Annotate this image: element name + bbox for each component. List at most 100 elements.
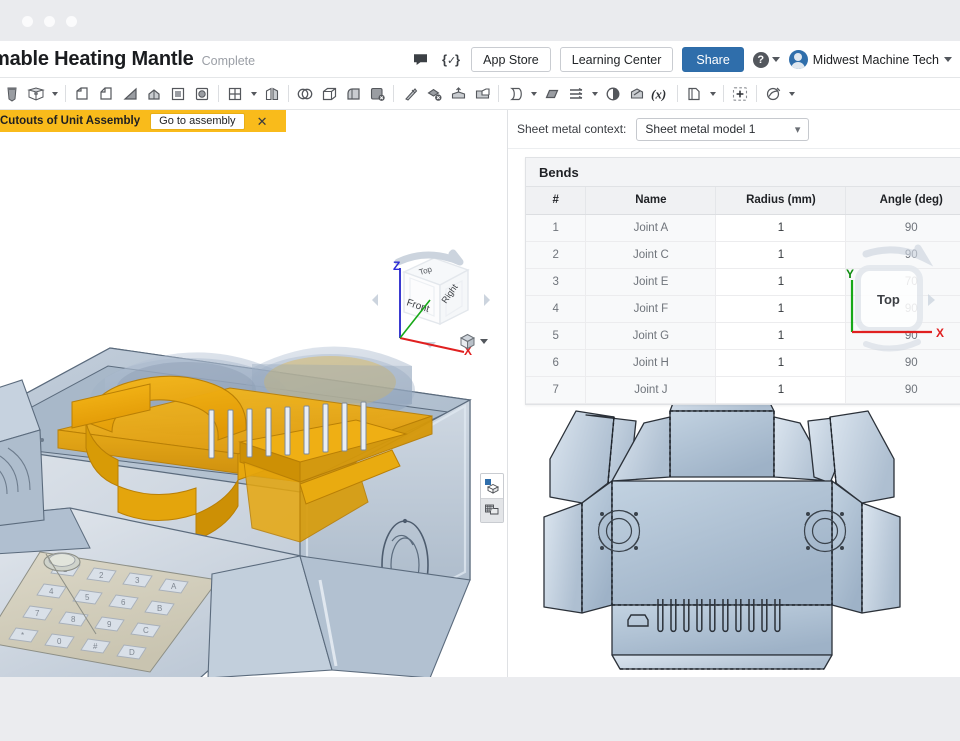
cell-name: Joint E [586,268,716,295]
app-store-button[interactable]: App Store [471,47,551,72]
cell-name: Joint G [586,322,716,349]
transform-dropdown[interactable] [588,81,601,107]
insert-dropdown[interactable] [706,81,719,107]
remove-draft-icon[interactable] [422,81,446,107]
cell-index: 4 [526,295,586,322]
table-row[interactable]: 6Joint H190 [526,349,960,376]
render-icon[interactable] [761,81,785,107]
workspace-split: 123A 456B 789C *0#D [0,110,960,677]
sheet-metal-bend-icon[interactable] [470,81,494,107]
hole-icon[interactable] [190,81,214,107]
svg-text:C: C [143,626,149,635]
close-icon[interactable]: ✕ [257,115,268,128]
cell-radius: 1 [716,295,846,322]
cell-index: 7 [526,376,586,403]
loft-icon[interactable] [142,81,166,107]
cell-index: 6 [526,349,586,376]
assembly-banner-text: Cutouts of Unit Assembly [0,115,140,127]
cell-index: 2 [526,241,586,268]
toolbar-separator [393,85,394,102]
cell-radius: 1 [716,268,846,295]
sheet-metal-flange-icon[interactable] [446,81,470,107]
share-button[interactable]: Share [682,47,743,72]
toolbar-separator [498,85,499,102]
cell-angle: 90 [846,322,960,349]
chevron-down-icon: ▾ [795,123,801,136]
svg-text:A: A [171,582,177,591]
table-row[interactable]: 5Joint G190 [526,322,960,349]
column-header-index[interactable]: # [526,187,586,214]
insert-part-icon[interactable] [682,81,706,107]
delete-face-icon[interactable] [365,81,389,107]
surface-icon[interactable] [540,81,564,107]
column-header-angle[interactable]: Angle (deg) [846,187,960,214]
learning-center-button[interactable]: Learning Center [560,47,674,72]
flat-pattern-graphic [508,385,960,677]
table-row[interactable]: 1Joint A190 [526,214,960,241]
extrude-icon[interactable] [70,81,94,107]
table-row[interactable]: 2Joint C190 [526,241,960,268]
help-menu[interactable]: ? [753,52,780,68]
flat-pattern-view-button[interactable] [481,498,503,522]
variable-icon[interactable]: (x) [649,81,673,107]
cell-name: Joint F [586,295,716,322]
cell-name: Joint A [586,214,716,241]
sketch-icon[interactable] [0,81,24,107]
measure-icon[interactable] [625,81,649,107]
revolve-icon[interactable] [94,81,118,107]
toolbar-separator [677,85,678,102]
help-icon: ? [753,52,769,68]
cell-radius: 1 [716,376,846,403]
3d-model-view-button[interactable] [481,474,503,498]
header-actions: { ✓ } App Store Learning Center Share ? … [409,41,954,78]
document-title-group: mable Heating Mantle Complete [0,48,255,71]
table-header-row: # Name Radius (mm) Angle (deg) [526,187,960,214]
toolbar-separator [756,85,757,102]
account-name: Midwest Machine Tech [813,53,939,67]
bends-table: # Name Radius (mm) Angle (deg) 1Joint A1… [526,187,960,404]
transform-icon[interactable] [564,81,588,107]
go-to-assembly-button[interactable]: Go to assembly [150,113,244,130]
window-close-button[interactable] [22,16,33,27]
cell-angle: 90 [846,214,960,241]
section-view-icon[interactable] [601,81,625,107]
sheet-metal-panel: Sheet metal context: Sheet metal model 1… [508,110,960,677]
table-row[interactable]: 3Joint E170 [526,268,960,295]
sweep-icon[interactable] [118,81,142,107]
window-minimize-button[interactable] [44,16,55,27]
plane-dropdown[interactable] [48,81,61,107]
curve-icon[interactable] [503,81,527,107]
plane-icon[interactable] [24,81,48,107]
mirror-icon[interactable] [260,81,284,107]
table-row[interactable]: 4Joint F190 [526,295,960,322]
versions-icon[interactable]: { ✓ } [440,49,462,71]
bends-panel: Bends # Name Radius (mm) Angle (deg) 1Jo… [525,157,960,405]
draft-icon[interactable] [398,81,422,107]
sheet-metal-model-select[interactable]: Sheet metal model 1 ▾ [636,118,809,141]
thicken-icon[interactable] [166,81,190,107]
sheet-metal-context-label: Sheet metal context: [517,122,626,136]
window-maximize-button[interactable] [66,16,77,27]
render-dropdown[interactable] [785,81,798,107]
comment-icon[interactable] [409,49,431,71]
boolean-icon[interactable] [293,81,317,107]
table-row[interactable]: 7Joint J190 [526,376,960,403]
cell-angle: 70 [846,268,960,295]
add-feature-icon[interactable] [728,81,752,107]
svg-text:D: D [129,648,135,657]
pattern-icon[interactable] [223,81,247,107]
column-header-radius[interactable]: Radius (mm) [716,187,846,214]
app-header: mable Heating Mantle Complete { ✓ } App … [0,41,960,78]
viewport-3d[interactable]: 123A 456B 789C *0#D [0,110,507,677]
svg-text:5: 5 [85,593,90,602]
shell-icon[interactable] [317,81,341,107]
toolbar-separator [218,85,219,102]
display-mode-button[interactable] [458,332,488,351]
fillet-icon[interactable] [341,81,365,107]
pattern-dropdown[interactable] [247,81,260,107]
svg-text:8: 8 [71,615,76,624]
curve-dropdown[interactable] [527,81,540,107]
account-menu[interactable]: Midwest Machine Tech [789,50,952,69]
cell-radius: 1 [716,322,846,349]
column-header-name[interactable]: Name [586,187,716,214]
